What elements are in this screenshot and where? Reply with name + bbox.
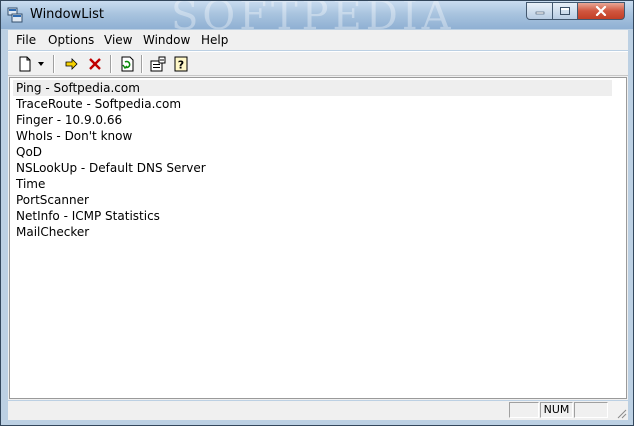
- list-item[interactable]: TraceRoute - Softpedia.com: [13, 96, 612, 112]
- list-item[interactable]: NSLookUp - Default DNS Server: [13, 160, 612, 176]
- minimize-icon: [535, 11, 544, 15]
- watermark: SOFTPEDIA: [171, 1, 455, 29]
- help-button[interactable]: ?: [171, 54, 191, 74]
- close-button[interactable]: [577, 2, 625, 20]
- refresh-button[interactable]: [117, 54, 137, 74]
- menu-file[interactable]: File: [16, 33, 36, 47]
- list-item[interactable]: NetInfo - ICMP Statistics: [13, 208, 612, 224]
- delete-button[interactable]: [85, 54, 105, 74]
- refresh-icon: [121, 56, 134, 72]
- new-dropdown-button[interactable]: [35, 54, 47, 74]
- close-icon: [595, 6, 607, 16]
- status-num-indicator: NUM: [540, 402, 573, 418]
- app-window: SOFTPEDIA WindowList File Options View W…: [0, 0, 634, 426]
- maximize-icon: [560, 7, 570, 15]
- list-item[interactable]: PortScanner: [13, 192, 612, 208]
- help-icon: ?: [174, 56, 188, 72]
- dropdown-arrow-icon: [38, 62, 44, 66]
- menu-view[interactable]: View: [104, 33, 132, 47]
- menu-help[interactable]: Help: [201, 33, 228, 47]
- status-bar: NUM: [8, 401, 628, 420]
- list-item[interactable]: Ping - Softpedia.com: [13, 80, 612, 96]
- menu-options[interactable]: Options: [48, 33, 94, 47]
- status-pane-caps: [509, 402, 539, 418]
- menu-window[interactable]: Window: [143, 33, 190, 47]
- window-title: WindowList: [30, 7, 104, 22]
- title-bar[interactable]: SOFTPEDIA WindowList: [1, 1, 633, 29]
- list-item[interactable]: Time: [13, 176, 612, 192]
- resize-grip-icon[interactable]: [615, 407, 627, 419]
- new-document-icon: [19, 56, 31, 72]
- toolbar-separator: [141, 55, 143, 73]
- properties-button[interactable]: [148, 54, 168, 74]
- status-pane-scroll: [574, 402, 608, 418]
- execute-button[interactable]: [62, 54, 82, 74]
- list-item[interactable]: QoD: [13, 144, 612, 160]
- maximize-button[interactable]: [552, 2, 578, 20]
- list-item[interactable]: MailChecker: [13, 224, 612, 240]
- client-area: Ping - Softpedia.com TraceRoute - Softpe…: [8, 76, 628, 400]
- delete-icon: [89, 58, 101, 70]
- new-button[interactable]: [15, 54, 35, 74]
- toolbar-separator: [110, 55, 112, 73]
- list-item[interactable]: Finger - 10.9.0.66: [13, 112, 612, 128]
- app-icon: [7, 7, 23, 23]
- toolbar-separator: [53, 55, 55, 73]
- svg-text:?: ?: [178, 59, 184, 72]
- minimize-button[interactable]: [526, 2, 553, 20]
- menu-bar: File Options View Window Help: [8, 30, 628, 50]
- toolbar: ?: [8, 51, 628, 76]
- window-list[interactable]: Ping - Softpedia.com TraceRoute - Softpe…: [9, 77, 627, 399]
- properties-icon: [150, 56, 166, 72]
- list-item[interactable]: WhoIs - Don't know: [13, 128, 612, 144]
- execute-arrow-icon: [65, 58, 78, 70]
